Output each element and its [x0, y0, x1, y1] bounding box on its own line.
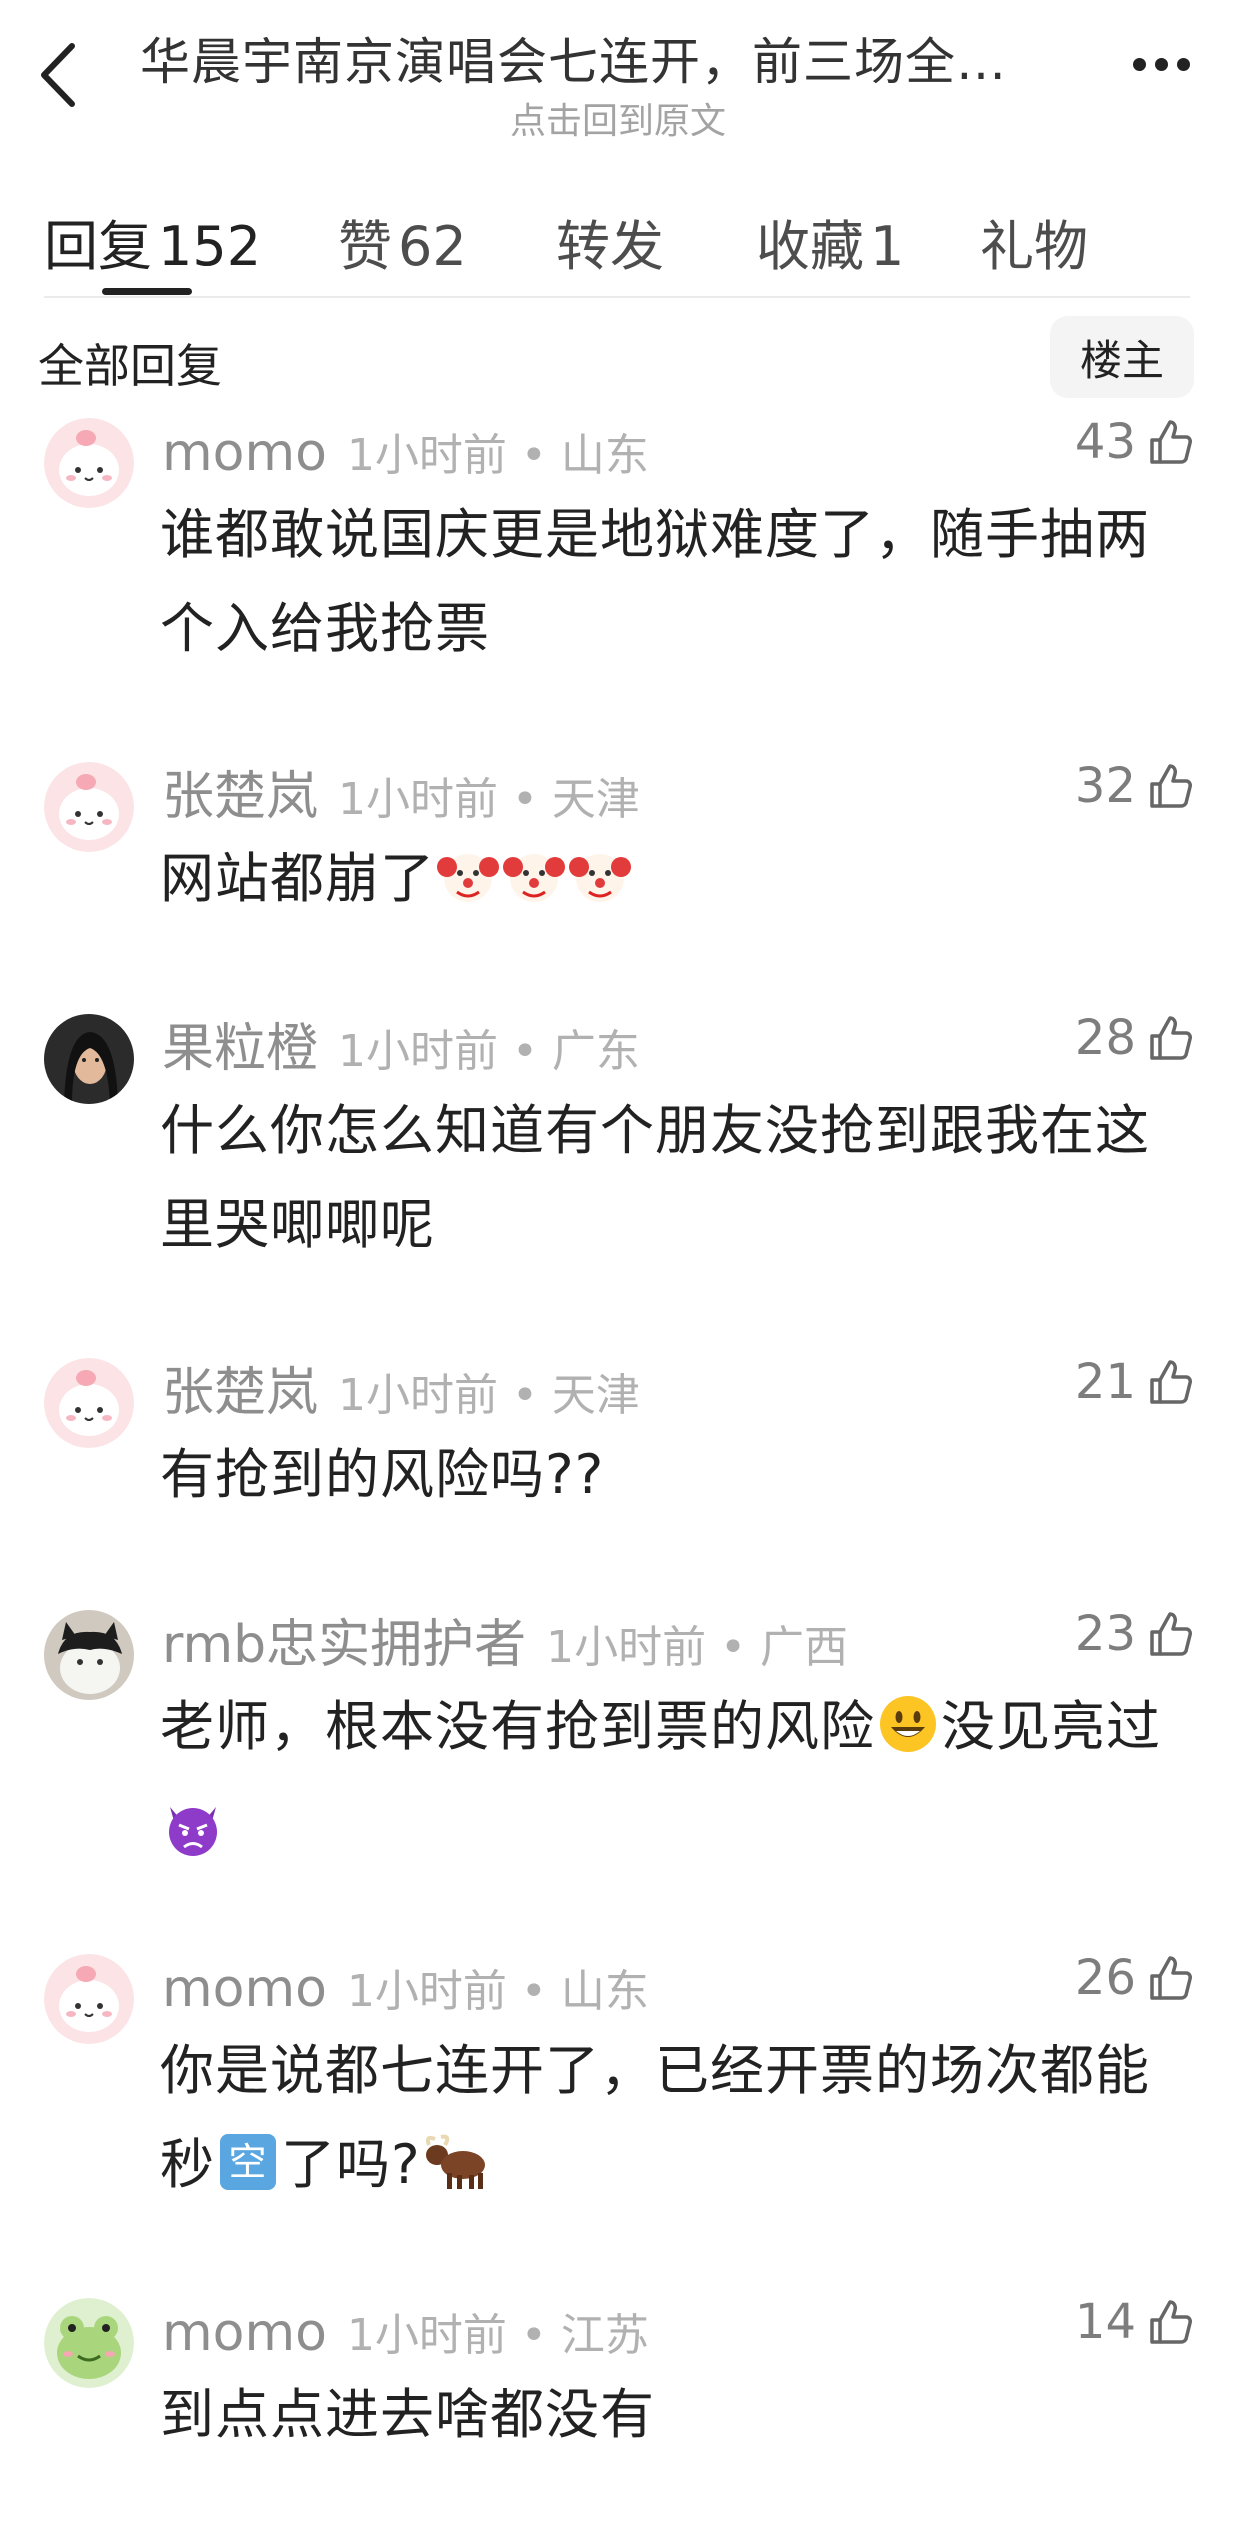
thumbs-up-icon — [1150, 1016, 1192, 1060]
tab-label: 回复 — [44, 215, 152, 278]
thumbs-up-icon — [1150, 1360, 1192, 1404]
tab-likes[interactable]: 赞 62 — [338, 202, 467, 281]
time-location: 1小时前 • 山东 — [346, 430, 649, 481]
smiley-emoji — [877, 1690, 939, 1784]
thumbs-up-icon — [1150, 764, 1192, 808]
comment-text: 谁都敢说国庆更是地狱难度了，随手抽两个入给我抢票 — [160, 488, 1170, 676]
like-button[interactable]: 14 — [1075, 2294, 1194, 2350]
like-button[interactable]: 21 — [1075, 1354, 1194, 1410]
comment-text: 有抢到的风险吗?? — [160, 1428, 1170, 1522]
username[interactable]: momo — [162, 423, 327, 483]
tab-favorites[interactable]: 收藏 1 — [756, 202, 904, 281]
active-tab-indicator — [102, 288, 192, 295]
time-location: 1小时前 • 广西 — [546, 1622, 849, 1673]
comment-text: 网站都崩了 — [160, 832, 1170, 936]
tab-count: 1 — [870, 215, 905, 278]
avatar[interactable] — [44, 762, 134, 852]
green-frog-avatar-icon — [44, 2298, 134, 2388]
comment-text: 到点点进去啥都没有 — [160, 2368, 1170, 2462]
time-location: 1小时前 • 天津 — [338, 774, 640, 825]
username[interactable]: 张楚岚 — [162, 767, 318, 827]
more-dot-icon — [1177, 58, 1190, 71]
comment-text: 什么你怎么知道有个朋友没抢到跟我在这里哭唧唧呢 — [160, 1084, 1170, 1272]
avatar[interactable] — [44, 418, 134, 508]
ox-emoji — [423, 2128, 489, 2222]
avatar[interactable] — [44, 1610, 134, 1700]
comment-text-segment: 了吗? — [281, 2133, 421, 2196]
post-title[interactable]: 华晨宇南京演唱会七连开，前三场全… — [140, 22, 1080, 94]
tab-count: 62 — [398, 215, 467, 278]
cat-photo-avatar-icon — [44, 1610, 134, 1700]
username[interactable]: 果粒橙 — [162, 1019, 318, 1079]
comment-text-segment: 网站都崩了 — [160, 847, 435, 910]
tab-label: 礼物 — [980, 215, 1088, 278]
comment-text-segment: 什么你怎么知道有个朋友没抢到跟我在这里哭唧唧呢 — [160, 1099, 1150, 1256]
tab-bar: 回复 152 赞 62 转发 收藏 1 礼物 — [0, 190, 1236, 300]
kong-emoji-text: 空 — [228, 2140, 267, 2184]
tab-label: 收藏 — [756, 215, 864, 278]
like-count: 23 — [1074, 1606, 1136, 1662]
tab-label: 转发 — [556, 215, 664, 278]
pink-bunny-avatar-icon — [44, 418, 134, 508]
like-button[interactable]: 23 — [1075, 1606, 1194, 1662]
thumbs-up-icon — [1150, 2300, 1192, 2344]
time-location: 1小时前 • 江苏 — [346, 2310, 649, 2361]
divider — [44, 296, 1190, 298]
comment-text-segment: 到点点进去啥都没有 — [160, 2383, 655, 2446]
thumbs-up-icon — [1150, 1612, 1192, 1656]
username[interactable]: rmb忠实拥护者 — [162, 1615, 526, 1675]
avatar[interactable] — [44, 1014, 134, 1104]
tab-label: 赞 — [338, 215, 392, 278]
like-button[interactable]: 43 — [1075, 414, 1194, 470]
avatar[interactable] — [44, 1954, 134, 2044]
like-count: 28 — [1074, 1010, 1136, 1066]
all-replies-label: 全部回复 — [38, 339, 222, 393]
back-to-original-link[interactable]: 点击回到原文 — [0, 92, 1236, 144]
like-button[interactable]: 28 — [1075, 1010, 1194, 1066]
pink-bunny-avatar-icon — [44, 762, 134, 852]
clown-emoji — [437, 842, 499, 936]
thumbs-up-icon — [1150, 1956, 1192, 2000]
like-button[interactable]: 32 — [1075, 758, 1194, 814]
avatar[interactable] — [44, 2298, 134, 2388]
username[interactable]: momo — [162, 2303, 327, 2363]
time-location: 1小时前 • 天津 — [338, 1370, 640, 1421]
comment-text-segment: 谁都敢说国庆更是地狱难度了，随手抽两个入给我抢票 — [160, 503, 1150, 660]
tab-count: 152 — [158, 215, 262, 278]
more-options-button[interactable] — [1133, 58, 1190, 71]
tab-reposts[interactable]: 转发 — [556, 202, 664, 281]
comment-text-segment: 老师，根本没有抢到票的风险 — [160, 1695, 875, 1758]
clown-emoji — [503, 842, 565, 936]
comment-text: 你是说都七连开了，已经开票的场次都能秒 空 了吗? — [160, 2024, 1170, 2222]
like-count: 32 — [1074, 758, 1136, 814]
top-bar: 华晨宇南京演唱会七连开，前三场全… 点击回到原文 — [0, 0, 1236, 150]
time-location: 1小时前 • 山东 — [346, 1966, 649, 2017]
pink-bunny-avatar-icon — [44, 1358, 134, 1448]
tab-gifts[interactable]: 礼物 — [980, 202, 1088, 281]
more-dot-icon — [1155, 58, 1168, 71]
time-location: 1小时前 • 广东 — [338, 1026, 640, 1077]
thumbs-up-icon — [1150, 420, 1192, 464]
tab-replies[interactable]: 回复 152 — [44, 202, 261, 281]
pink-bunny-avatar-icon — [44, 1954, 134, 2044]
photo-portrait-avatar-icon — [44, 1014, 134, 1104]
comment-text-segment: 有抢到的风险吗?? — [160, 1443, 605, 1506]
username[interactable]: 张楚岚 — [162, 1363, 318, 1423]
kong-square-emoji: 空 — [217, 2128, 279, 2222]
username[interactable]: momo — [162, 1959, 327, 2019]
more-dot-icon — [1133, 58, 1146, 71]
avatar[interactable] — [44, 1358, 134, 1448]
host-only-button[interactable]: 楼主 — [1050, 316, 1194, 398]
like-count: 14 — [1074, 2294, 1136, 2350]
like-button[interactable]: 26 — [1075, 1950, 1194, 2006]
like-count: 26 — [1074, 1950, 1136, 2006]
like-count: 43 — [1074, 414, 1136, 470]
comment-text-segment: 没见亮过 — [941, 1695, 1161, 1758]
angry-devil-emoji — [162, 1794, 224, 1888]
comment-text: 老师，根本没有抢到票的风险 没见亮过 — [160, 1680, 1170, 1888]
clown-emoji — [569, 842, 631, 936]
like-count: 21 — [1074, 1354, 1136, 1410]
